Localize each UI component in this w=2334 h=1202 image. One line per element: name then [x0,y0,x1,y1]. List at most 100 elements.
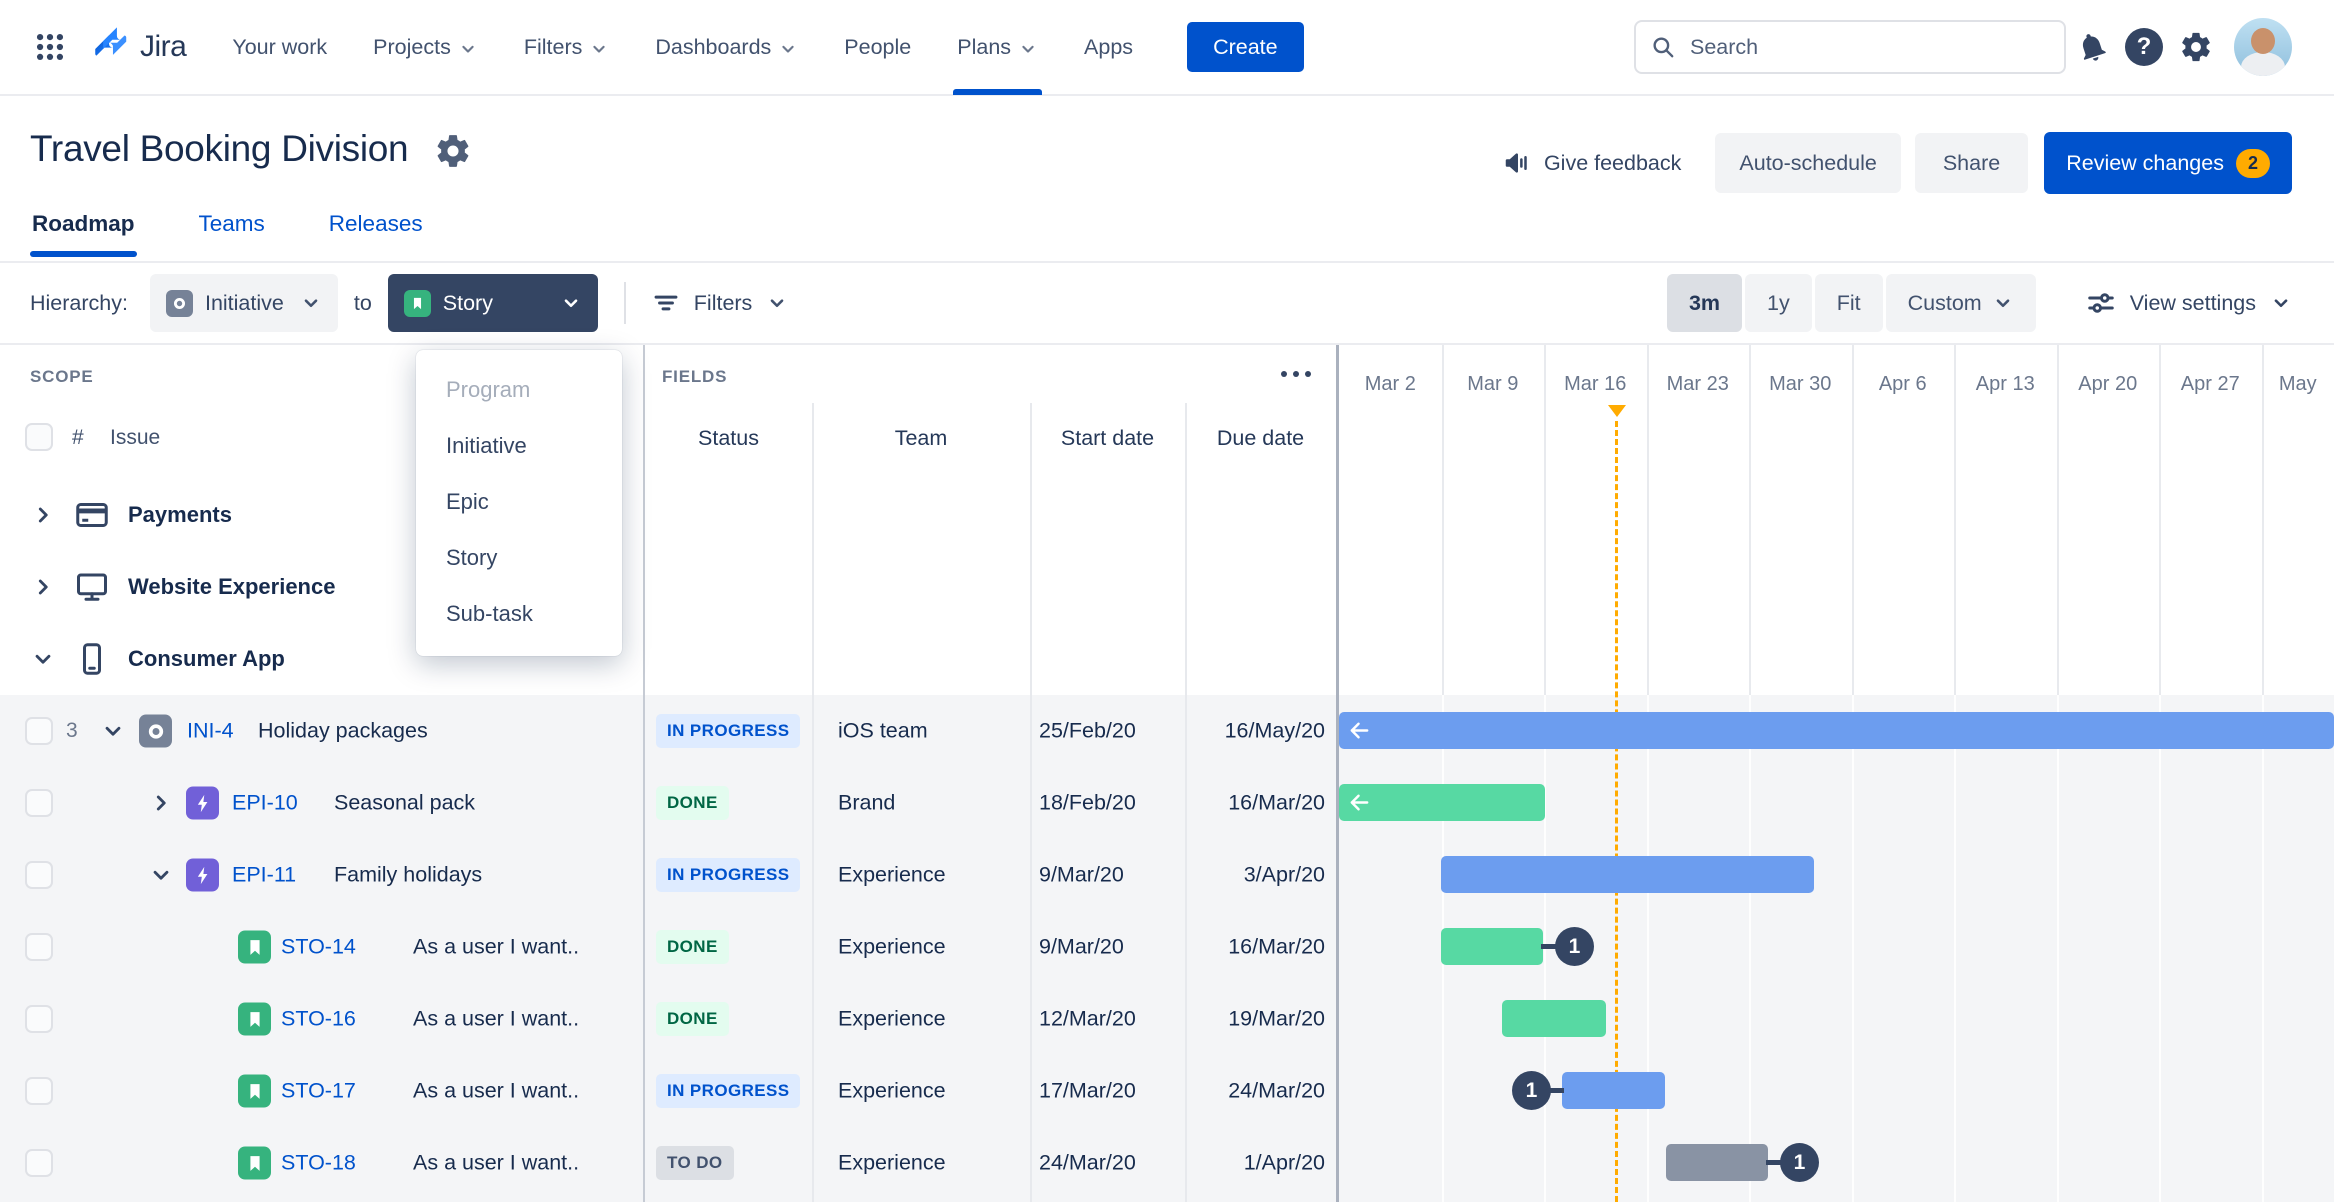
nav-item-projects[interactable]: Projects [373,0,478,95]
status-badge[interactable]: IN PROGRESS [656,714,801,748]
issue-key-link[interactable]: EPI-10 [232,791,298,816]
filters-button[interactable]: Filters [652,289,789,317]
issue-title[interactable]: Seasonal pack [334,791,475,816]
due-date-value[interactable]: 16/Mar/20 [1185,791,1325,816]
tab-roadmap[interactable]: Roadmap [30,211,137,261]
team-value[interactable]: Experience [838,863,946,888]
issue-key-link[interactable]: EPI-11 [232,863,296,888]
fields-timeline-divider[interactable] [1336,345,1339,1202]
range-button-1y[interactable]: 1y [1745,274,1812,332]
start-date-value[interactable]: 24/Mar/20 [1039,1151,1136,1176]
nav-item-dashboards[interactable]: Dashboards [655,0,798,95]
chevron-down-icon[interactable] [30,646,56,672]
issue-title[interactable]: As a user I want.. [413,1079,579,1104]
jira-logo[interactable]: Jira [90,26,187,68]
team-value[interactable]: Experience [838,1151,946,1176]
team-value[interactable]: iOS team [838,719,928,744]
nav-item-your-work[interactable]: Your work [232,0,327,95]
issue-key-link[interactable]: STO-16 [281,1007,356,1032]
tab-releases[interactable]: Releases [327,211,425,261]
due-date-value[interactable]: 24/Mar/20 [1185,1079,1325,1104]
settings-gear-icon[interactable] [2170,21,2222,73]
select-all-checkbox[interactable] [25,423,53,451]
select-checkbox[interactable] [25,717,53,745]
range-button-custom[interactable]: Custom [1885,274,2036,332]
gantt-bar-sto-14[interactable] [1441,928,1543,965]
view-settings-button[interactable]: View settings [2086,288,2292,318]
status-badge[interactable]: IN PROGRESS [656,858,801,892]
start-date-value[interactable]: 9/Mar/20 [1039,935,1124,960]
team-value[interactable]: Experience [838,1079,946,1104]
nav-item-plans[interactable]: Plans [953,0,1042,95]
gantt-bar-sto-18[interactable] [1666,1144,1768,1181]
issue-row-sto-17[interactable]: STO-17 As a user I want.. [0,1055,643,1127]
select-checkbox[interactable] [25,1077,53,1105]
issue-key-link[interactable]: INI-4 [187,719,234,744]
nav-item-filters[interactable]: Filters [524,0,610,95]
select-checkbox[interactable] [25,1149,53,1177]
team-value[interactable]: Experience [838,935,946,960]
due-date-value[interactable]: 1/Apr/20 [1185,1151,1325,1176]
issue-row-epi-11[interactable]: EPI-11 Family holidays [0,839,643,911]
select-checkbox[interactable] [25,789,53,817]
nav-item-people[interactable]: People [844,0,911,95]
issue-title[interactable]: As a user I want.. [413,1151,579,1176]
issue-row-epi-10[interactable]: EPI-10 Seasonal pack [0,767,643,839]
review-changes-button[interactable]: Review changes 2 [2044,132,2292,194]
issue-row-ini-4[interactable]: 3 INI-4 Holiday packages [0,695,643,767]
field-column-header-status[interactable]: Status [645,426,812,451]
status-badge[interactable]: TO DO [656,1146,734,1180]
due-date-value[interactable]: 16/Mar/20 [1185,935,1325,960]
hierarchy-from-select[interactable]: Initiative [149,274,338,332]
app-switcher-icon[interactable] [28,25,72,69]
status-badge[interactable]: DONE [656,930,729,964]
field-column-header-due-date[interactable]: Due date [1185,426,1336,451]
chevron-right-icon[interactable] [30,502,56,528]
status-badge[interactable]: IN PROGRESS [656,1074,801,1108]
issue-title[interactable]: As a user I want.. [413,1007,579,1032]
tab-teams[interactable]: Teams [197,211,267,261]
issue-row-sto-16[interactable]: STO-16 As a user I want.. [0,983,643,1055]
due-date-value[interactable]: 19/Mar/20 [1185,1007,1325,1032]
hierarchy-to-select[interactable]: Story [387,274,598,332]
gantt-bar-ini-4[interactable] [1339,712,2334,749]
dependency-badge[interactable]: 1 [1555,927,1594,966]
chevron-down-icon[interactable] [148,862,174,888]
search-input[interactable] [1634,20,2066,74]
start-date-value[interactable]: 18/Feb/20 [1039,791,1136,816]
gantt-bar-epi-11[interactable] [1441,856,1814,893]
issue-title[interactable]: Family holidays [334,863,482,888]
chevron-right-icon[interactable] [30,574,56,600]
start-date-value[interactable]: 25/Feb/20 [1039,719,1136,744]
auto-schedule-button[interactable]: Auto-schedule [1715,133,1901,193]
select-checkbox[interactable] [25,933,53,961]
issue-title[interactable]: As a user I want.. [413,935,579,960]
nav-item-apps[interactable]: Apps [1084,0,1133,95]
field-column-header-team[interactable]: Team [812,426,1030,451]
scope-fields-divider[interactable] [643,345,645,1202]
fields-more-icon[interactable] [1276,359,1316,389]
team-value[interactable]: Brand [838,791,895,816]
share-button[interactable]: Share [1914,133,2029,193]
dependency-badge[interactable]: 1 [1512,1071,1551,1110]
due-date-value[interactable]: 16/May/20 [1185,719,1325,744]
range-button-3m[interactable]: 3m [1666,274,1743,332]
notifications-bell-icon[interactable] [2066,21,2118,73]
status-badge[interactable]: DONE [656,1002,729,1036]
create-button[interactable]: Create [1187,22,1304,72]
start-date-value[interactable]: 9/Mar/20 [1039,863,1124,888]
gantt-bar-sto-17[interactable] [1562,1072,1665,1109]
status-badge[interactable]: DONE [656,786,729,820]
issue-row-sto-14[interactable]: STO-14 As a user I want.. [0,911,643,983]
help-icon[interactable]: ? [2118,21,2170,73]
team-value[interactable]: Experience [838,1007,946,1032]
user-avatar[interactable] [2234,18,2292,76]
range-button-fit[interactable]: Fit [1814,274,1883,332]
plan-settings-gear-icon[interactable] [434,132,472,170]
field-column-header-start-date[interactable]: Start date [1030,426,1185,451]
issue-key-link[interactable]: STO-14 [281,935,356,960]
hierarchy-menu-item-sub-task[interactable]: Sub-task [416,586,622,642]
chevron-right-icon[interactable] [148,790,174,816]
chevron-down-icon[interactable] [100,718,126,744]
issue-title[interactable]: Holiday packages [258,719,428,744]
